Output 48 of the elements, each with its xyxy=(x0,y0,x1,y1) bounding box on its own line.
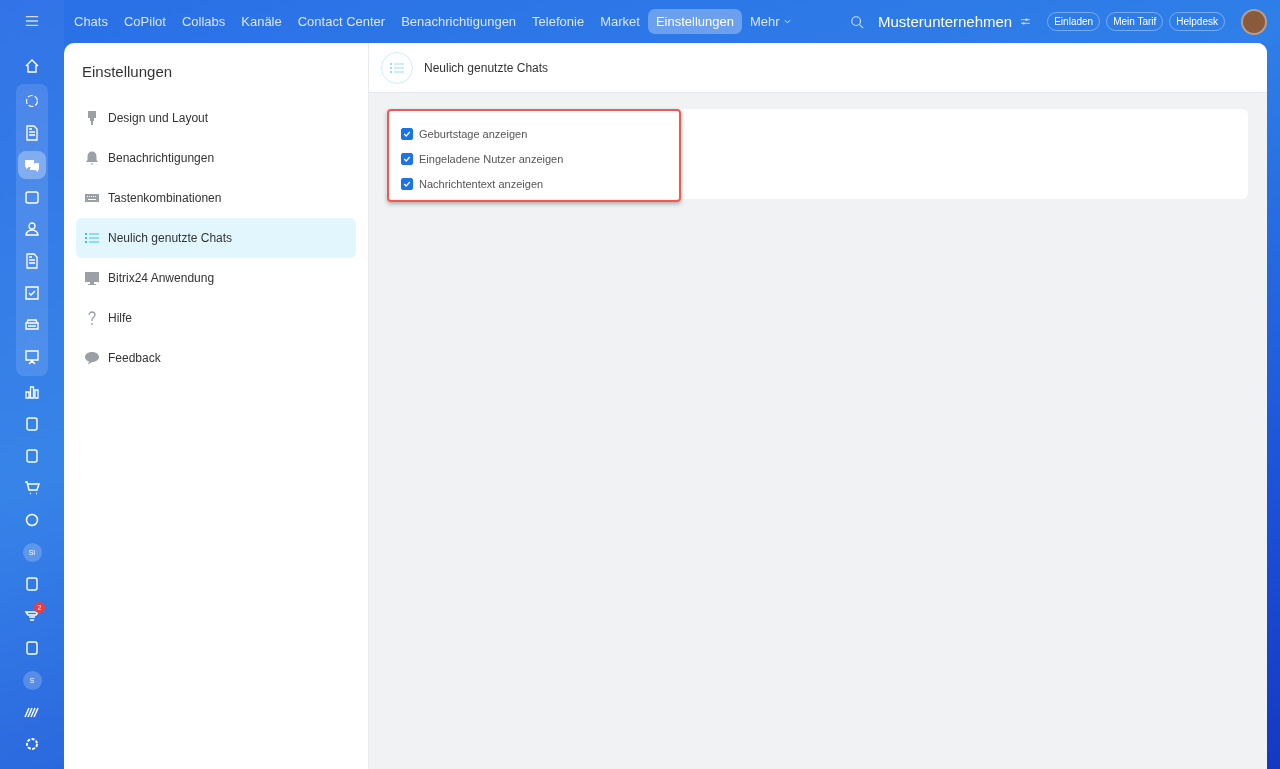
nav-tab[interactable]: Chats xyxy=(66,9,116,34)
nav-tab[interactable]: CoPilot xyxy=(115,9,174,34)
settings-menu-item[interactable]: Bitrix24 Anwendung xyxy=(76,258,356,298)
cart-icon xyxy=(24,480,40,496)
home-icon xyxy=(24,58,40,74)
sliders-icon[interactable] xyxy=(1020,17,1032,26)
nav-tab[interactable]: Kanäle xyxy=(233,9,290,34)
bell-icon xyxy=(84,150,100,166)
more-menu[interactable]: Mehr xyxy=(741,9,799,34)
settings-title: Einstellungen xyxy=(82,63,174,80)
option-label[interactable]: Eingeladene Nutzer anzeigen xyxy=(419,152,564,165)
monitor-icon xyxy=(84,270,100,286)
news-icon xyxy=(24,125,40,141)
checkbox[interactable] xyxy=(401,127,413,140)
user-avatar[interactable] xyxy=(1241,8,1267,35)
rail-button[interactable] xyxy=(18,151,46,179)
speech-bubble-icon xyxy=(84,350,100,366)
search-icon[interactable] xyxy=(849,14,864,29)
nav-tab[interactable]: Market xyxy=(592,9,648,34)
inbox-icon xyxy=(24,317,40,333)
circle-icon xyxy=(24,93,40,109)
option-label[interactable]: Geburtstage anzeigen xyxy=(419,127,528,140)
settings-menu-item[interactable]: Hilfe xyxy=(76,298,356,338)
caret-icon xyxy=(783,19,791,24)
nav-tab[interactable]: Einstellungen xyxy=(647,9,742,34)
presentation-icon xyxy=(24,349,40,365)
checkbox[interactable] xyxy=(401,152,413,165)
section-title: Neulich genutzte Chats xyxy=(424,60,549,75)
settings-menu-item[interactable]: Benachrichtigungen xyxy=(76,138,356,178)
nav-tab[interactable]: Benachrichtigungen xyxy=(393,9,525,34)
checkbox-icon xyxy=(24,285,40,301)
document-icon xyxy=(24,253,40,269)
nav-tab[interactable]: Telefonie xyxy=(524,9,593,34)
chart-icon xyxy=(24,384,40,400)
filter-icon xyxy=(24,608,40,624)
nav-tab[interactable]: Collabs xyxy=(173,9,234,34)
option-label[interactable]: Nachrichtentext anzeigen xyxy=(419,177,544,190)
settings-menu-item[interactable]: Design und Layout xyxy=(76,98,356,138)
chat-icon xyxy=(24,157,40,173)
checkbox[interactable] xyxy=(401,177,413,190)
company-name[interactable]: Musterunternehmen xyxy=(877,13,1013,30)
list-icon xyxy=(84,230,100,246)
nav-tab[interactable]: Contact Center xyxy=(289,9,394,34)
settings-menu-item[interactable]: Feedback xyxy=(76,338,356,378)
settings-menu-item[interactable]: Tastenkombinationen xyxy=(76,178,356,218)
menu-icon[interactable] xyxy=(25,14,39,28)
settings-menu-item[interactable]: Neulich genutzte Chats xyxy=(76,218,356,258)
people-icon xyxy=(24,221,40,237)
